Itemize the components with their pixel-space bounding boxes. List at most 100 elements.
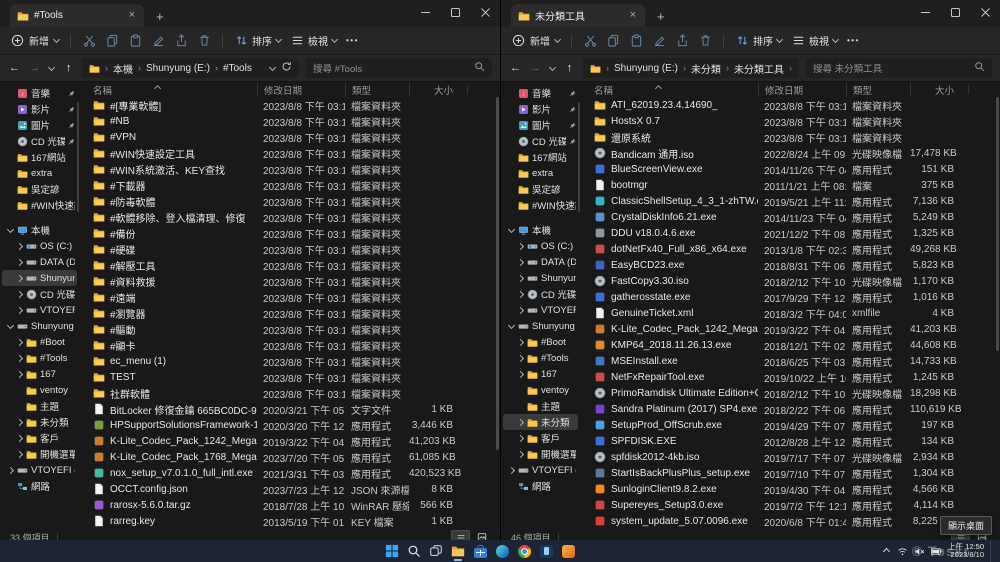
column-header-name[interactable]: 名稱	[590, 83, 758, 97]
sidebar-item[interactable]: Shunyung (E:)	[2, 318, 77, 334]
file-row[interactable]: #解壓工具2023/8/8 下午 03:11檔案資料夾	[89, 257, 500, 273]
chevron-right-icon[interactable]	[517, 260, 524, 265]
breadcrumb-segment[interactable]: 本機	[113, 61, 133, 76]
file-row[interactable]: CrystalDiskInfo6.21.exe2014/11/23 下午 04:…	[590, 209, 1000, 225]
sidebar-item[interactable]: #Tools	[503, 350, 578, 366]
chevron-right-icon[interactable]	[517, 452, 524, 457]
sidebar-item[interactable]: VTOYEFI (G:)	[503, 302, 578, 318]
file-row[interactable]: FastCopy3.30.iso2018/2/12 下午 10:17光碟映像檔1…	[590, 273, 1000, 289]
file-row[interactable]: TEST2023/8/8 下午 03:12檔案資料夾	[89, 369, 500, 385]
back-icon[interactable]: ←	[8, 62, 21, 74]
sidebar-item[interactable]: 167	[2, 366, 77, 382]
sidebar-item[interactable]: 網路	[2, 478, 77, 494]
chevron-right-icon[interactable]	[16, 244, 23, 249]
sidebar-item[interactable]: 網路	[503, 478, 578, 494]
hidden-icons-chevron-icon[interactable]	[883, 547, 890, 554]
file-row[interactable]: rarosx-5.6.0.tar.gz2018/7/28 上午 10:17Win…	[89, 497, 500, 513]
file-row[interactable]: OCCT.config.json2023/7/23 上午 12:33JSON 來…	[89, 481, 500, 497]
sidebar-item[interactable]: 吳定諺	[2, 181, 77, 197]
share-icon[interactable]	[675, 34, 689, 48]
chevron-right-icon[interactable]	[517, 340, 524, 345]
forward-icon[interactable]: →	[28, 62, 41, 74]
view-button[interactable]: 檢視	[290, 33, 337, 48]
file-row[interactable]: HPSupportSolutionsFramework-12.13...2020…	[89, 417, 500, 433]
chevron-down-icon[interactable]	[508, 229, 515, 232]
file-row[interactable]: #VPN2023/8/8 下午 03:10檔案資料夾	[89, 129, 500, 145]
chevron-right-icon[interactable]	[7, 468, 14, 473]
sidebar-item[interactable]: CD 光碟機 (F:)	[2, 286, 77, 302]
sidebar-item[interactable]: 開機選單調整工	[503, 446, 578, 462]
copy-icon[interactable]	[606, 34, 620, 48]
chevron-right-icon[interactable]	[508, 468, 515, 473]
breadcrumb[interactable]: ›Shunyung (E:)›未分類›未分類工具›	[583, 58, 799, 78]
sidebar-item[interactable]: extra	[2, 165, 77, 181]
new-tab-button[interactable]: +	[156, 10, 164, 23]
chevron-down-icon[interactable]	[7, 229, 14, 232]
sidebar-item[interactable]: ventoy	[2, 382, 77, 398]
file-explorer-icon[interactable]	[450, 543, 466, 559]
chevron-right-icon[interactable]	[16, 308, 23, 313]
column-header-date[interactable]: 修改日期	[257, 83, 345, 97]
column-header-size[interactable]: 大小	[409, 83, 467, 97]
scrollbar[interactable]	[996, 97, 999, 528]
battery-icon[interactable]	[931, 546, 942, 557]
file-row[interactable]: #NB2023/8/8 下午 03:10檔案資料夾	[89, 113, 500, 129]
sidebar-item[interactable]: 開機選單調整工	[2, 446, 77, 462]
taskbar-clock[interactable]: 上午 12:50 2023/8/10	[948, 543, 984, 560]
sort-button[interactable]: 排序	[234, 33, 281, 48]
sidebar-item[interactable]: 主題	[503, 398, 578, 414]
sidebar-item[interactable]: #Tools	[2, 350, 77, 366]
column-header-date[interactable]: 修改日期	[758, 83, 846, 97]
file-row[interactable]: StartIsBackPlusPlus_setup.exe2019/7/10 下…	[590, 465, 1000, 481]
sidebar-item[interactable]: OS (C:)	[2, 238, 77, 254]
taskbar-search-icon[interactable]	[406, 543, 422, 559]
file-row[interactable]: #下載器2023/8/8 下午 03:11檔案資料夾	[89, 177, 500, 193]
file-row[interactable]: #WIN系統激活、KEY查找2023/8/8 下午 03:10檔案資料夾	[89, 161, 500, 177]
search-input[interactable]: 搜尋 #Tools	[306, 58, 492, 78]
recent-locations-icon[interactable]	[48, 67, 55, 70]
maximize-button[interactable]	[440, 0, 470, 24]
chevron-right-icon[interactable]	[517, 420, 524, 425]
column-header-type[interactable]: 類型	[345, 83, 409, 97]
sidebar-item[interactable]: #WIN快速設定工	[2, 197, 77, 213]
sidebar-item[interactable]: 圖片	[503, 117, 578, 133]
new-button[interactable]: 新增	[10, 33, 59, 48]
file-row[interactable]: GenuineTicket.xml2018/3/2 下午 04:04xmlfil…	[590, 305, 1000, 321]
sidebar-item[interactable]: VTOYEFI (G:)	[2, 462, 77, 478]
sidebar-item[interactable]: 影片	[503, 101, 578, 117]
file-row[interactable]: NetFxRepairTool.exe2019/10/22 上午 10:33應用…	[590, 369, 1000, 385]
sidebar-item[interactable]: VTOYEFI (G:)	[503, 462, 578, 478]
show-desktop-button[interactable]	[990, 540, 994, 562]
scrollbar-thumb[interactable]	[496, 97, 499, 450]
chevron-down-icon[interactable]	[508, 325, 515, 328]
chevron-right-icon[interactable]	[16, 452, 23, 457]
chevron-right-icon[interactable]	[517, 436, 524, 441]
start-button[interactable]	[384, 543, 400, 559]
file-row[interactable]: ec_menu (1)2023/8/8 下午 03:12檔案資料夾	[89, 353, 500, 369]
file-row[interactable]: #顯卡2023/8/8 下午 03:12檔案資料夾	[89, 337, 500, 353]
cut-icon[interactable]	[583, 34, 597, 48]
file-row[interactable]: BlueScreenView.exe2014/11/26 下午 04:28應用程…	[590, 161, 1000, 177]
file-row[interactable]: ATI_62019.23.4.14690_2023/8/8 下午 03:12檔案…	[590, 97, 1000, 113]
sidebar-item[interactable]: 本機	[2, 222, 77, 238]
minimize-button[interactable]	[910, 0, 940, 24]
recent-locations-icon[interactable]	[549, 67, 556, 70]
sidebar-item[interactable]: 客戶	[2, 430, 77, 446]
file-row[interactable]: #軟體移除、登入檔清理、修復2023/8/8 下午 03:11檔案資料夾	[89, 209, 500, 225]
sort-button[interactable]: 排序	[735, 33, 782, 48]
sidebar-item[interactable]: 167網站	[2, 149, 77, 165]
file-row[interactable]: #驅動2023/8/8 下午 03:12檔案資料夾	[89, 321, 500, 337]
file-row[interactable]: K-Lite_Codec_Pack_1242_Mega.exe2019/3/22…	[590, 321, 1000, 337]
tab-close-icon[interactable]: ×	[127, 10, 137, 21]
cut-icon[interactable]	[82, 34, 96, 48]
chevron-right-icon[interactable]	[517, 356, 524, 361]
file-row[interactable]: rarreg.key2013/5/19 下午 01:20KEY 檔案1 KB	[89, 513, 500, 529]
up-icon[interactable]: ↑	[563, 62, 576, 74]
sidebar-item[interactable]: VTOYEFI (G:)	[2, 302, 77, 318]
chevron-right-icon[interactable]	[16, 420, 23, 425]
chevron-right-icon[interactable]	[517, 308, 524, 313]
sidebar-item[interactable]: ventoy	[503, 382, 578, 398]
scrollbar-thumb[interactable]	[996, 97, 999, 351]
chrome-icon[interactable]	[516, 543, 532, 559]
column-header-name[interactable]: 名稱	[89, 83, 257, 97]
